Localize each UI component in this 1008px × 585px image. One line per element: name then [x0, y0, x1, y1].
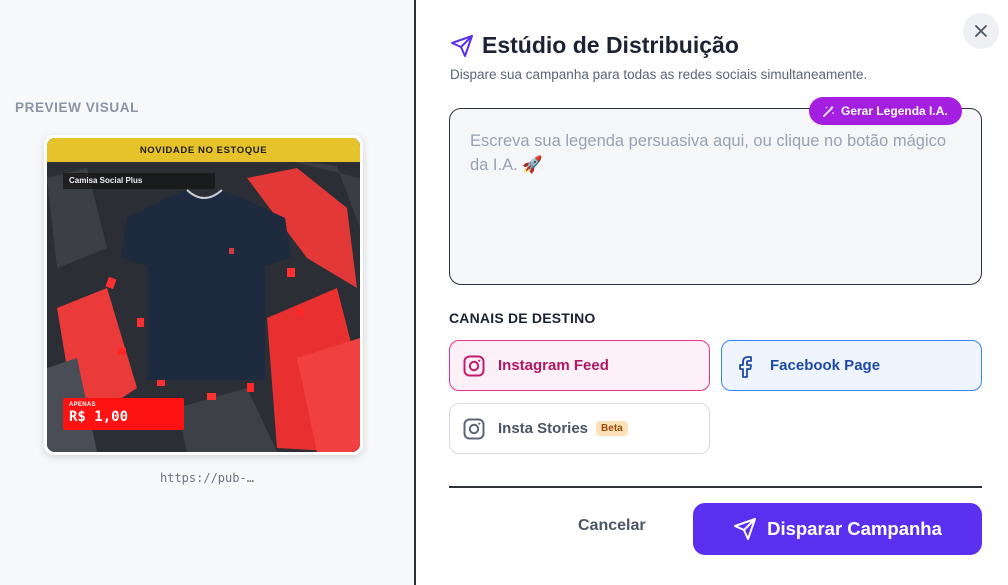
preview-image: NOVIDADE NO ESTOQUE Camisa Social Plus A…	[47, 138, 360, 452]
stock-banner: NOVIDADE NO ESTOQUE	[47, 138, 360, 162]
channel-insta-stories[interactable]: Insta Stories Beta	[449, 403, 710, 454]
send-icon	[734, 518, 757, 540]
caption-box	[449, 108, 982, 285]
channel-facebook-page[interactable]: Facebook Page	[721, 340, 982, 391]
cancel-button[interactable]: Cancelar	[578, 517, 646, 535]
channel-facebook-page-label: Facebook Page	[770, 357, 881, 374]
image-url: https://pub-…	[160, 471, 254, 485]
preview-pane: PREVIEW VISUAL NOVIDADE NO ESTOQUE Camis…	[0, 0, 416, 585]
title-row: Estúdio de Distribuição	[450, 32, 739, 59]
channel-instagram-feed[interactable]: Instagram Feed	[449, 340, 710, 391]
close-icon	[975, 25, 987, 37]
channel-insta-stories-label: Insta Stories	[498, 420, 589, 437]
submit-campaign-button[interactable]: Disparar Campanha	[693, 503, 982, 555]
instagram-icon	[463, 355, 485, 376]
send-icon	[451, 34, 473, 57]
price-value: R$ 1,00	[69, 409, 129, 425]
page-title: Estúdio de Distribuição	[482, 32, 739, 58]
generate-caption-label: Gerar Legenda I.A.	[841, 104, 948, 118]
generate-caption-button[interactable]: Gerar Legenda I.A.	[809, 97, 962, 125]
divider	[449, 486, 982, 488]
magic-wand-icon	[823, 105, 834, 117]
instagram-icon	[463, 418, 485, 439]
facebook-icon	[739, 355, 752, 378]
price-prefix: APENAS	[69, 402, 96, 408]
channels-label: CANAIS DE DESTINO	[449, 310, 596, 326]
submit-campaign-label: Disparar Campanha	[767, 518, 942, 539]
channel-instagram-feed-label: Instagram Feed	[498, 357, 609, 374]
preview-label: PREVIEW VISUAL	[15, 100, 139, 115]
price-tag: APENAS R$ 1,00	[63, 398, 184, 430]
caption-input[interactable]	[450, 109, 981, 284]
product-name-tag: Camisa Social Plus	[63, 173, 215, 189]
close-button[interactable]	[963, 13, 999, 49]
beta-badge: Beta	[596, 421, 628, 436]
page-subtitle: Dispare sua campanha para todas as redes…	[450, 67, 868, 82]
distribution-panel: Estúdio de Distribuição Dispare sua camp…	[418, 0, 1008, 585]
preview-card: NOVIDADE NO ESTOQUE Camisa Social Plus A…	[44, 135, 363, 455]
app-root: PREVIEW VISUAL NOVIDADE NO ESTOQUE Camis…	[0, 0, 1008, 585]
